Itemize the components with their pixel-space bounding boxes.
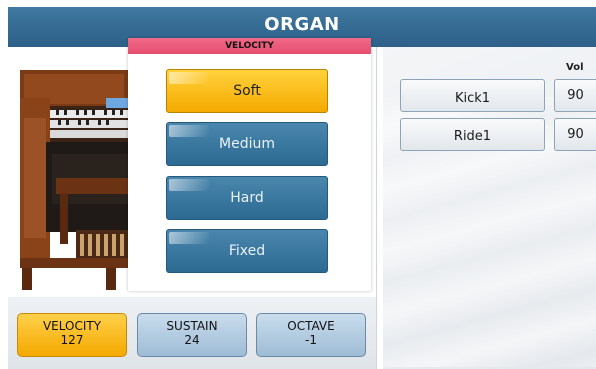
button-gloss [169,179,209,191]
option-label: Fixed [228,243,266,259]
panel-divider [376,47,377,369]
button-gloss [169,232,209,244]
option-medium-button[interactable]: Medium [166,122,328,166]
tab-value: 24 [184,333,200,347]
tab-value: -1 [305,333,317,347]
drum-volume-value: 90 [567,88,584,103]
option-hard-button[interactable]: Hard [166,176,328,220]
page-title: ORGAN [264,14,340,35]
dialog-title: VELOCITY [128,38,371,54]
option-label: Medium [219,136,275,152]
option-soft-button[interactable]: Soft [166,69,328,113]
tab-label: SUSTAIN [166,319,218,333]
organ-image [16,58,128,290]
drum-instrument-label: Kick1 [454,91,491,106]
velocity-dialog: VELOCITY Soft Medium Hard Fixed [128,38,371,291]
drum-instrument-ride[interactable]: Ride1 [400,118,545,151]
option-label: Hard [230,190,264,206]
tab-velocity[interactable]: VELOCITY 127 [17,313,127,357]
option-fixed-button[interactable]: Fixed [166,229,328,273]
tab-label: VELOCITY [42,319,102,333]
drum-volume-ride[interactable]: 90 [554,118,596,151]
button-gloss [169,72,209,84]
option-label: Soft [233,83,261,99]
vol-column-header: Vol [566,62,584,73]
drum-instrument-label: Ride1 [453,129,492,144]
drum-volume-kick[interactable]: 90 [554,79,596,112]
drum-volume-value: 90 [567,127,584,142]
tab-label: OCTAVE [287,319,335,333]
tab-octave[interactable]: OCTAVE -1 [256,313,366,357]
tab-sustain[interactable]: SUSTAIN 24 [137,313,247,357]
drum-instrument-kick[interactable]: Kick1 [400,79,545,112]
button-gloss [169,125,209,137]
tab-value: 127 [60,333,84,347]
